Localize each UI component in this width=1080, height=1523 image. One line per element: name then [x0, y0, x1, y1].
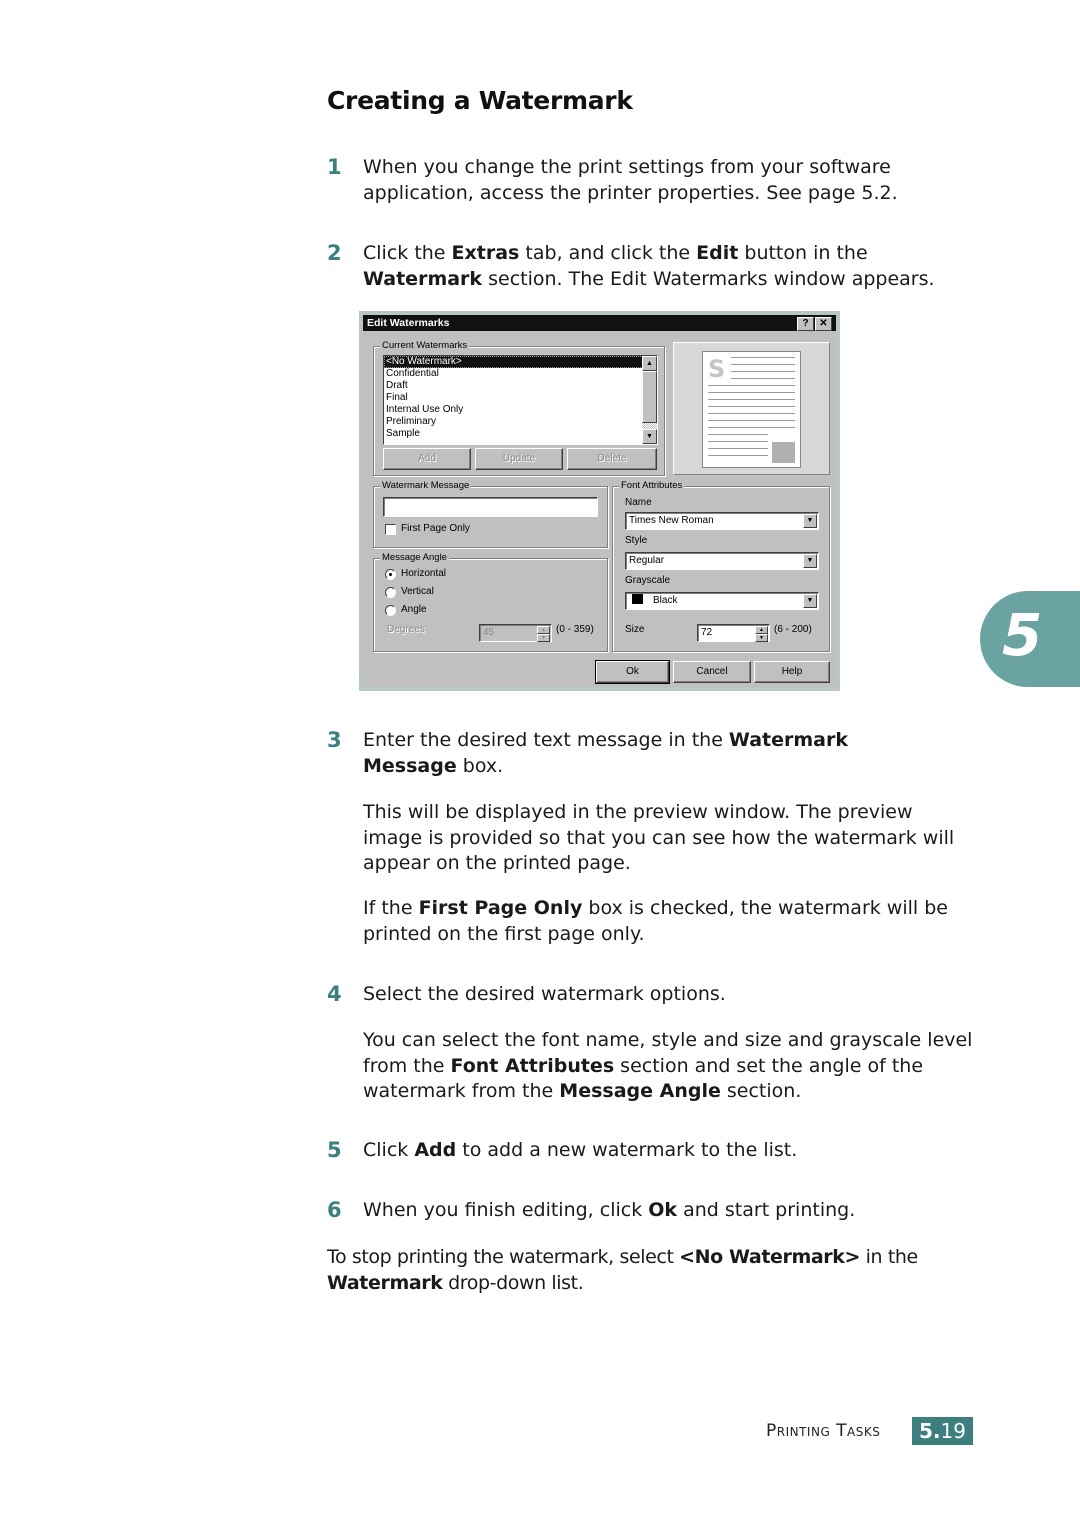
step-text: When you change the print settings from … [363, 156, 898, 204]
angle-label: Angle [401, 604, 427, 615]
vertical-radio[interactable] [385, 587, 396, 598]
font-attributes-paragraph: You can select the font name, style and … [363, 1029, 973, 1102]
preview-page: S [702, 351, 801, 468]
degrees-input[interactable]: 45 ▲ ▼ [479, 624, 552, 642]
grayscale-select[interactable]: Black ▼ [625, 592, 819, 610]
list-scrollbar[interactable]: ▲ ▼ [642, 356, 657, 444]
watermark-preview: S [673, 342, 830, 475]
step-2: 2 Click the Extras tab, and click the Ed… [327, 240, 973, 292]
update-button[interactable]: Update [475, 448, 563, 470]
degrees-range: (0 - 359) [556, 624, 594, 635]
font-style-value: Regular [629, 555, 665, 566]
ok-button[interactable]: Ok [595, 660, 670, 684]
list-item[interactable]: Preliminary [384, 416, 657, 428]
first-page-only-checkbox[interactable] [385, 524, 396, 535]
edit-watermarks-dialog: Edit Watermarks ? ✕ Current Watermarks <… [359, 311, 840, 691]
list-item[interactable]: Draft [384, 380, 657, 392]
watermark-message-input[interactable] [383, 497, 598, 517]
degrees-spinner[interactable]: ▲ ▼ [537, 626, 550, 642]
vertical-label: Vertical [401, 586, 434, 597]
preview-watermark-letter: S [708, 355, 726, 383]
step-number: 2 [327, 241, 342, 265]
close-icon[interactable]: ✕ [815, 317, 832, 331]
chapter-number: 5 [1002, 601, 1043, 669]
step-number: 3 [327, 728, 342, 752]
step-number: 4 [327, 982, 342, 1006]
scroll-up-icon[interactable]: ▲ [642, 356, 657, 371]
cancel-button[interactable]: Cancel [673, 661, 751, 683]
help-button[interactable]: Help [754, 661, 830, 683]
horizontal-label: Horizontal [401, 568, 447, 579]
help-icon[interactable]: ? [797, 317, 814, 331]
step-4: 4 Select the desired watermark options. [327, 981, 973, 1007]
grayscale-value: Black [653, 595, 678, 606]
step-number: 6 [327, 1198, 342, 1222]
degrees-value: 45 [483, 627, 495, 638]
step-text: Select the desired watermark options. [363, 983, 726, 1005]
step-6: 6 When you finish editing, click Ok and … [327, 1197, 973, 1223]
chevron-down-icon[interactable]: ▼ [803, 594, 817, 608]
step-number: 1 [327, 155, 342, 179]
list-item[interactable]: Sample [384, 428, 657, 440]
dialog-title: Edit Watermarks [363, 315, 836, 331]
first-page-only-label: First Page Only [401, 523, 470, 534]
degrees-label: Degrees [387, 624, 425, 635]
size-value: 72 [701, 627, 713, 638]
step-5: 5 Click Add to add a new watermark to th… [327, 1137, 973, 1163]
step-text: Enter the desired text message in the Wa… [363, 729, 848, 777]
add-button[interactable]: Add [383, 448, 471, 470]
font-name-value: Times New Roman [629, 515, 714, 526]
size-spinner[interactable]: ▲ ▼ [755, 626, 768, 642]
group-label: Current Watermarks [380, 340, 470, 351]
preview-paragraph: This will be displayed in the preview wi… [363, 801, 955, 874]
horizontal-radio[interactable] [385, 569, 396, 580]
size-input[interactable]: 72 ▲ ▼ [697, 624, 770, 642]
chevron-down-icon[interactable]: ▼ [803, 554, 817, 568]
step-1: 1 When you change the print settings fro… [327, 154, 973, 206]
angle-radio[interactable] [385, 605, 396, 616]
list-item[interactable]: <No Watermark> [384, 356, 657, 368]
delete-button[interactable]: Delete [567, 448, 657, 470]
group-label: Watermark Message [380, 480, 472, 491]
page-title: Creating a Watermark [327, 86, 633, 115]
font-style-select[interactable]: Regular ▼ [625, 552, 819, 570]
stop-watermark-paragraph: To stop printing the watermark, select <… [327, 1246, 918, 1294]
font-name-select[interactable]: Times New Roman ▼ [625, 512, 819, 530]
style-label: Style [625, 535, 648, 546]
step-text: Click Add to add a new watermark to the … [363, 1139, 798, 1161]
chapter-tab: 5 [980, 591, 1080, 687]
first-page-paragraph: If the First Page Only box is checked, t… [363, 897, 948, 945]
grayscale-label: Grayscale [625, 575, 671, 586]
step-text: Click the Extras tab, and click the Edit… [363, 242, 935, 290]
list-item[interactable]: Internal Use Only [384, 404, 657, 416]
scroll-thumb[interactable] [642, 371, 657, 423]
footer-section-title: Printing Tasks [766, 1421, 881, 1441]
color-swatch-icon [632, 594, 643, 604]
step-3: 3 Enter the desired text message in the … [327, 727, 923, 779]
watermark-message-group: Watermark Message [373, 480, 608, 548]
step-number: 5 [327, 1138, 342, 1162]
step-text: When you finish editing, click Ok and st… [363, 1199, 856, 1221]
size-range: (6 - 200) [774, 624, 812, 635]
name-label: Name [625, 497, 652, 508]
watermark-list[interactable]: <No Watermark> Confidential Draft Final … [383, 355, 658, 445]
preview-image-block [772, 442, 795, 463]
list-item[interactable]: Confidential [384, 368, 657, 380]
scroll-down-icon[interactable]: ▼ [642, 429, 657, 444]
group-label: Message Angle [380, 552, 449, 563]
list-item[interactable]: Final [384, 392, 657, 404]
page-number: 5.19 [912, 1417, 973, 1445]
size-label: Size [625, 624, 645, 635]
group-label: Font Attributes [619, 480, 685, 491]
chevron-down-icon[interactable]: ▼ [803, 514, 817, 528]
